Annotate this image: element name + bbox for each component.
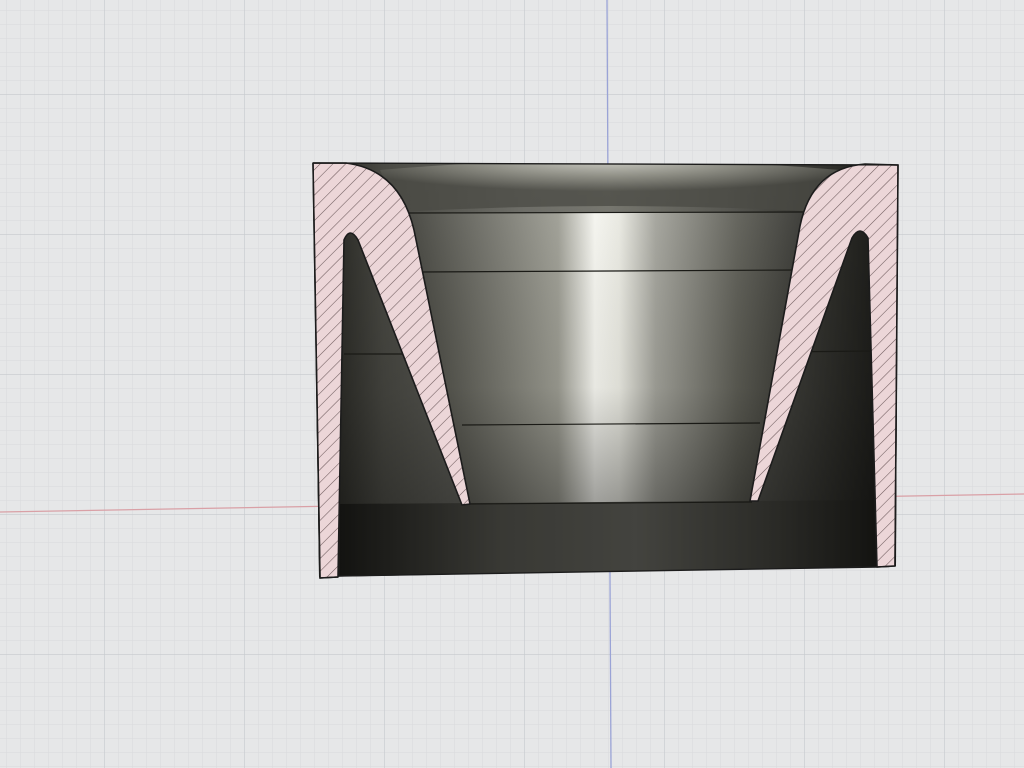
top-rim-surface: [380, 163, 840, 212]
cad-viewport[interactable]: [0, 0, 1024, 768]
